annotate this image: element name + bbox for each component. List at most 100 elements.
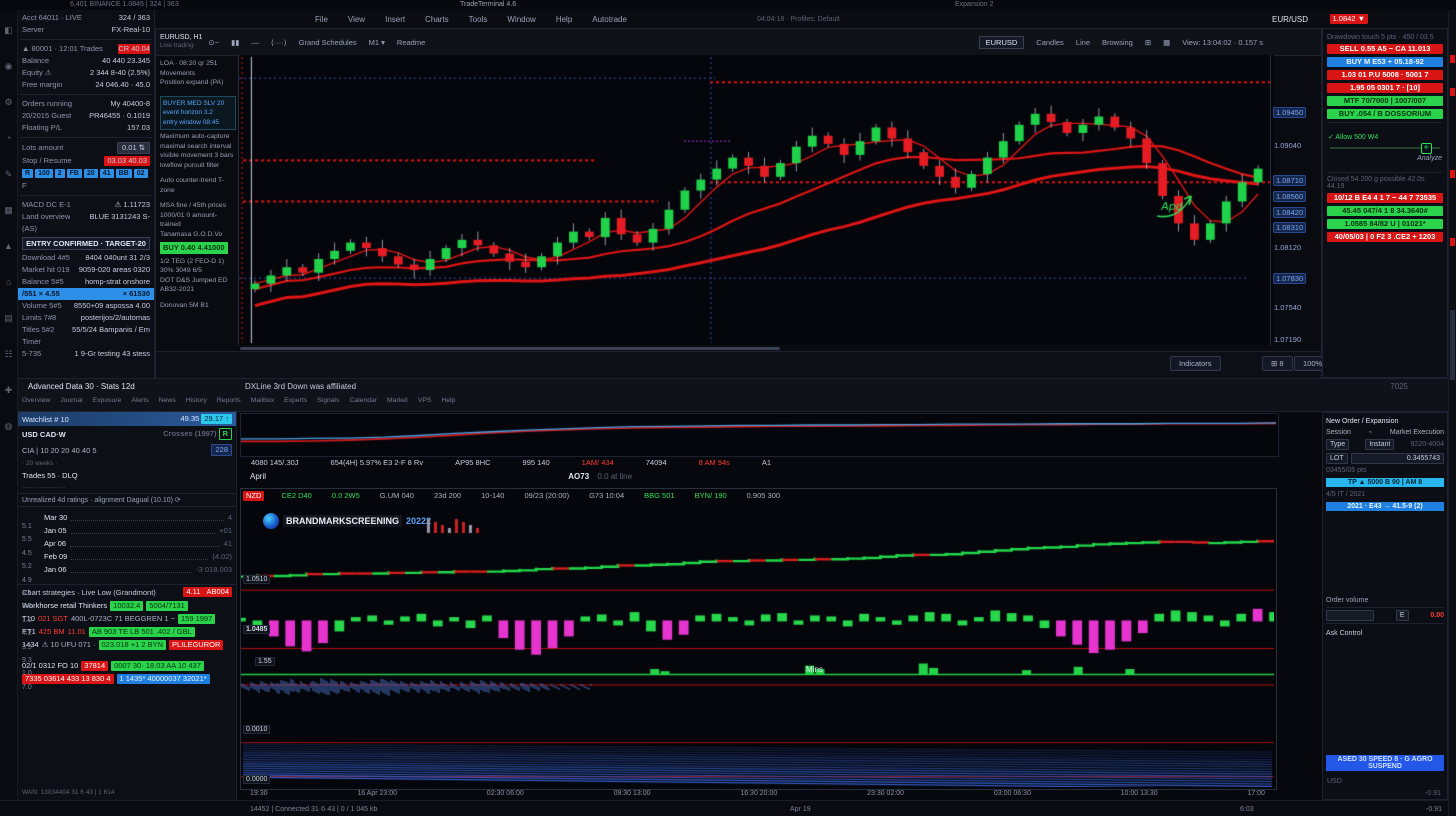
home-icon[interactable]: ⌂ xyxy=(3,276,15,288)
sidebar-row[interactable]: Equity ⚠2 344 8-40 (2.5%) xyxy=(18,67,154,79)
symbol-price-badge[interactable]: 1.0842 ▼ xyxy=(1330,14,1368,24)
menu-item[interactable]: File xyxy=(305,15,338,24)
sidebar-row[interactable]: Market hit 0199059-020 areas 0320 xyxy=(18,264,154,276)
layers-icon[interactable]: ☷ xyxy=(3,348,15,360)
toolbar-button[interactable]: EURUSD xyxy=(979,36,1025,49)
lot-input[interactable]: 0.3455743 xyxy=(1351,453,1444,464)
rating-row[interactable]: Mar 304 xyxy=(40,511,236,524)
order-footer-bar[interactable]: ASED 30 SPEED 8 · G AGRO SUSPEND xyxy=(1326,755,1444,771)
range-select-icon[interactable]: ⟨····⟩ xyxy=(271,38,287,47)
stop-value-badge[interactable]: 03.03 40.03 xyxy=(104,156,150,166)
bottom-tab[interactable]: Help xyxy=(441,397,455,404)
right-scrollbar[interactable] xyxy=(1448,10,1456,816)
sidebar-row[interactable]: Land overviewBLUE 3131243 S- xyxy=(18,211,154,223)
candles-icon[interactable]: ▮▮ xyxy=(231,38,239,47)
bottom-tab[interactable]: Alerts xyxy=(131,397,148,404)
sidebar-row[interactable]: ServerFX-Real-10 xyxy=(18,24,154,36)
menu-item[interactable]: Help xyxy=(546,15,582,24)
sidebar-row[interactable]: Acct 64011 · LIVE324 / 363 xyxy=(18,12,154,24)
price-marker-badge[interactable]: 1.08560 xyxy=(1273,191,1306,202)
add-icon[interactable]: ✚ xyxy=(3,384,15,396)
rating-row[interactable]: Apr 0641 xyxy=(40,537,236,550)
pending-order-badge[interactable]: 2021 · E43 → 41.5-9 (2) xyxy=(1326,502,1444,511)
sidebar-row[interactable]: Balance 5#5homp-strat onshore xyxy=(18,276,154,288)
bottom-tab[interactable]: Market xyxy=(387,397,408,404)
grid-icon[interactable]: ▦ xyxy=(3,204,15,216)
bottom-tab[interactable]: History xyxy=(186,397,207,404)
log-row[interactable]: ET1425 BM11.01AB 903 TE LB 501 .402 / GB… xyxy=(18,625,236,638)
bottom-tab[interactable]: Exposure xyxy=(93,397,122,404)
sidebar-row[interactable]: Limits 7#8posterijos/2/automas xyxy=(18,312,154,324)
bottom-tab[interactable]: Mailbox xyxy=(251,397,274,404)
candlestick-chart-area[interactable] xyxy=(238,55,1274,345)
autotrade-button[interactable]: Readme xyxy=(397,38,425,47)
quick-button[interactable]: 02 xyxy=(134,169,148,178)
indicator-panel[interactable]: NZDCE2 D400.0 2W5G.UM 04023d 20010-14009… xyxy=(240,488,1277,790)
quick-button[interactable]: 20 xyxy=(84,169,98,178)
sidebar-row[interactable]: ▲ 80001 · 12:01 TradesCR 40.04 xyxy=(18,43,154,55)
symbol-label[interactable]: EUR/USD xyxy=(1272,15,1308,24)
sidebar-row[interactable]: MACD DC E-1⚠ 1.11723 xyxy=(18,199,154,211)
log-row[interactable]: 1434⚠ 10 UFU 071 ·023.018 +1 2 BYNPLILEG… xyxy=(18,638,236,651)
rating-row[interactable]: Jan 06-3 018.003 xyxy=(40,563,236,576)
record-icon[interactable]: ◉ xyxy=(3,60,15,72)
menu-item[interactable]: Tools xyxy=(459,15,498,24)
settings-icon[interactable]: ⚙ xyxy=(3,96,15,108)
entry-confirmed-box[interactable]: ENTRY CONFIRMED · TARGET-20 xyxy=(22,237,150,250)
toolbar-button[interactable]: Line xyxy=(1076,38,1090,47)
price-marker-badge[interactable]: 1.09450 xyxy=(1273,107,1306,118)
tp-sl-bar[interactable]: TP ▲ 5000 B 90 | AM 8 xyxy=(1326,478,1444,487)
bottom-tab[interactable]: Experts xyxy=(284,397,307,404)
position-row[interactable]: BUY M E53 + 05.18-92 xyxy=(1327,57,1443,67)
position-row[interactable]: 1.03 01 P.U 5008 · 5001 7 xyxy=(1327,70,1443,80)
toolbar-button[interactable]: View: 13:04:02 · 0.157 s xyxy=(1182,38,1263,47)
clock-icon[interactable]: ◔ xyxy=(3,132,15,144)
bottom-tab[interactable]: Signals xyxy=(317,397,339,404)
quick-button[interactable]: 100 xyxy=(35,169,53,178)
buy-signal-badge[interactable]: BUY 0.40 4.41000 xyxy=(160,242,228,254)
type-field-label[interactable]: Type xyxy=(1326,439,1349,450)
chart-icon[interactable]: ▲ xyxy=(3,240,15,252)
quick-button[interactable]: FB xyxy=(67,169,82,178)
sidebar-row[interactable]: Timer xyxy=(18,336,154,348)
scroll-thumb[interactable] xyxy=(1450,310,1455,380)
sidebar-row[interactable]: 5-7351 9-Gr testing 43 stess xyxy=(18,348,154,360)
log-row[interactable]: 02/1 0312 FO 10378140007 30· 18.03 AA 10… xyxy=(18,659,236,672)
sidebar-row[interactable]: Volume 5#58550+09 aspossa 4.00 xyxy=(18,300,154,312)
list-icon[interactable]: ▤ xyxy=(3,312,15,324)
chart-horizontal-scrollbar[interactable] xyxy=(240,347,780,350)
quick-button[interactable]: 2 xyxy=(55,169,65,178)
quick-button[interactable]: R xyxy=(22,169,33,178)
log-row[interactable]: 7335 03614 433 13 830 41 1435* 40000037 … xyxy=(18,672,236,685)
analyze-link[interactable]: Analyze xyxy=(1328,155,1442,162)
lots-stepper[interactable]: 0.01 ⇅ xyxy=(117,142,150,154)
forecast-ribbon-chart[interactable] xyxy=(241,713,1274,787)
lot-label[interactable]: LOT xyxy=(1326,453,1348,464)
sidebar-row[interactable]: /551 × 4.55× 61530 xyxy=(18,288,154,300)
sidebar-row[interactable]: Floating P/L157.03 xyxy=(18,122,154,134)
watchlist-selected-row[interactable]: Watchlist # 10 49.35 29.17 ↑ xyxy=(18,412,236,426)
toolbar-button[interactable]: ⊞ xyxy=(1145,38,1151,47)
chart-panel-button[interactable]: Indicators xyxy=(1170,356,1221,371)
position-row[interactable]: 10/12 B E4 4 1 7 − 44 7 73535 xyxy=(1327,193,1443,203)
timeframe-button[interactable]: M1 ▾ xyxy=(369,38,385,47)
menu-item[interactable]: Charts xyxy=(415,15,459,24)
position-row[interactable]: 45.45 047/4 1 8 34.3640# xyxy=(1327,206,1443,216)
position-row[interactable]: MTF 70/7000 | 1007/007 xyxy=(1327,96,1443,106)
price-axis[interactable]: 1.094501.090401.087101.085601.084201.083… xyxy=(1270,55,1321,345)
edit-icon[interactable]: ✎ xyxy=(3,168,15,180)
slider-handle-lock-icon[interactable]: ⎆ xyxy=(1421,143,1432,154)
position-row[interactable]: SELL 0.55 A5 − CA 11.013 xyxy=(1327,44,1443,54)
volume-input[interactable] xyxy=(1326,610,1374,621)
toolbar-button[interactable]: Candles xyxy=(1036,38,1064,47)
toolbar-button[interactable]: Browsing xyxy=(1102,38,1133,47)
trailing-label[interactable]: ✓ Allow 500 W4 xyxy=(1328,133,1442,141)
sidebar-row[interactable]: (AS) xyxy=(18,223,154,235)
price-marker-badge[interactable]: 1.07830 xyxy=(1273,273,1306,284)
bottom-tab[interactable]: Overview xyxy=(22,397,50,404)
timeframe-row[interactable]: CIA | 10 20 20 40 40 5 228 xyxy=(18,442,236,458)
type-field-value[interactable]: Instant xyxy=(1365,439,1394,450)
sidebar-row[interactable]: Download 4#58404 040unt 31 2/3 xyxy=(18,252,154,264)
templates-button[interactable]: Grand Schedules xyxy=(299,38,357,47)
sidebar-row[interactable]: 20/2015 GuestPR46455 · 0.1019 xyxy=(18,110,154,122)
